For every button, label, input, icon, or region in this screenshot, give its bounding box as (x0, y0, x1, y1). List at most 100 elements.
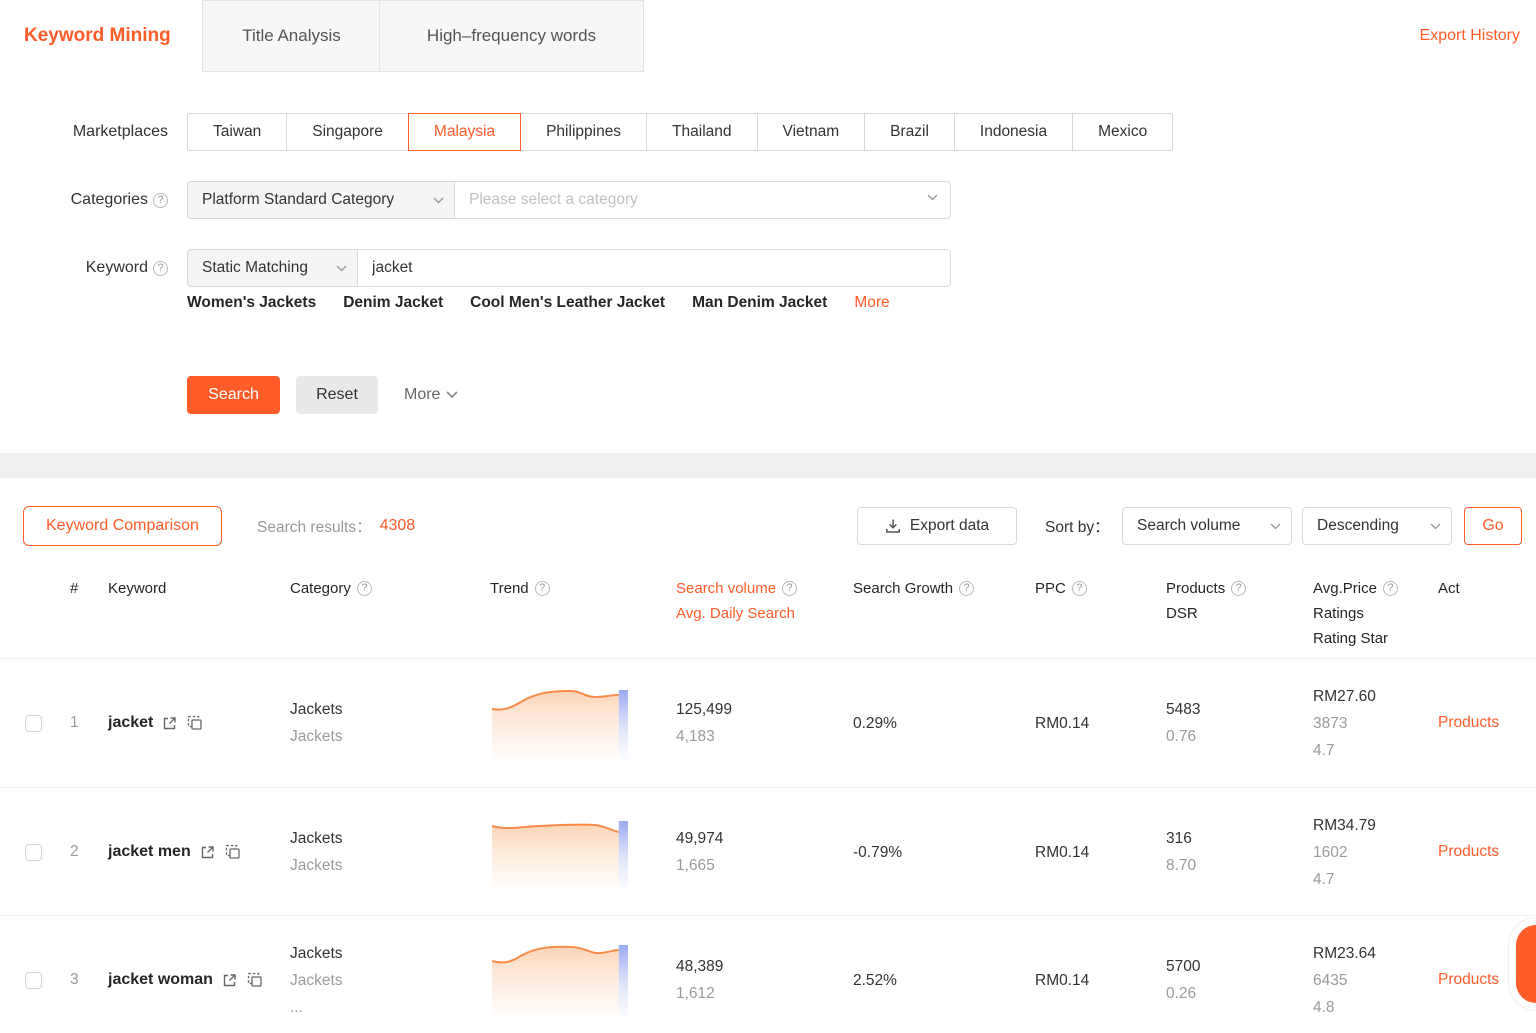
suggestion-item[interactable]: Man Denim Jacket (692, 294, 827, 312)
category-type-select[interactable]: Platform Standard Category (187, 181, 455, 219)
category-cell: Jackets Jackets (290, 825, 490, 879)
marketplace-taiwan[interactable]: Taiwan (187, 113, 287, 151)
category-help-icon[interactable]: ? (357, 581, 372, 596)
copy-icon[interactable] (246, 971, 264, 989)
ppc-cell: RM0.14 (1035, 839, 1166, 866)
trend-help-icon[interactable]: ? (535, 581, 550, 596)
sort-order-select[interactable]: Descending (1302, 507, 1452, 545)
row-checkbox[interactable] (25, 844, 42, 861)
keyword-comparison-button[interactable]: Keyword Comparison (23, 506, 222, 546)
sort-field-select[interactable]: Search volume (1122, 507, 1292, 545)
ratings-value: 3873 (1313, 710, 1438, 737)
header-avg-daily-search: Avg. Daily Search (676, 601, 797, 626)
search-growth-help-icon[interactable]: ? (959, 581, 974, 596)
chevron-down-icon (433, 197, 444, 204)
suggestion-item[interactable]: Denim Jacket (343, 294, 443, 312)
search-growth-cell: 2.52% (853, 967, 1035, 994)
tab-high-frequency-words[interactable]: High–frequency words (379, 0, 644, 72)
export-history-link[interactable]: Export History (1420, 0, 1520, 72)
copy-icon[interactable] (224, 843, 242, 861)
table-header: # Keyword Category ? Trend ? Search volu… (0, 576, 1536, 651)
category-cell: Jackets Jackets (290, 696, 490, 750)
header-search-volume-text: Search volume (676, 576, 776, 601)
more-filters-button[interactable]: More (404, 376, 458, 414)
go-button[interactable]: Go (1464, 507, 1522, 545)
price-cell: RM34.79 1602 4.7 (1313, 812, 1438, 893)
tab-title-analysis[interactable]: Title Analysis (202, 0, 381, 72)
marketplace-thailand[interactable]: Thailand (646, 113, 757, 151)
row-checkbox[interactable] (25, 972, 42, 989)
row-checkbox[interactable] (25, 715, 42, 732)
keyword-suggestions: Women's Jackets Denim Jacket Cool Men's … (187, 294, 890, 312)
marketplace-philippines[interactable]: Philippines (520, 113, 647, 151)
header-category: Category ? (290, 576, 490, 651)
category-type-value: Platform Standard Category (202, 191, 394, 209)
products-link[interactable]: Products (1438, 714, 1499, 731)
products-help-icon[interactable]: ? (1231, 581, 1246, 596)
trend-cell (490, 682, 676, 765)
header-search-volume[interactable]: Search volume ? Avg. Daily Search (676, 576, 853, 651)
header-ratings: Ratings (1313, 601, 1398, 626)
avg-price-help-icon[interactable]: ? (1383, 581, 1398, 596)
ppc-help-icon[interactable]: ? (1072, 581, 1087, 596)
copy-icon[interactable] (186, 714, 204, 732)
ratings-value: 1602 (1313, 839, 1438, 866)
top-tab-bar: Keyword Mining Title Analysis High–frequ… (0, 0, 1536, 72)
keyword-cell: jacket men (108, 843, 290, 861)
marketplace-malaysia[interactable]: Malaysia (408, 113, 521, 151)
marketplace-brazil[interactable]: Brazil (864, 113, 955, 151)
marketplace-singapore[interactable]: Singapore (286, 113, 409, 151)
external-link-icon[interactable] (221, 972, 238, 989)
avg-daily-value: 4,183 (676, 723, 853, 750)
keyword-cell: jacket (108, 714, 290, 732)
categories-label-text: Categories (71, 191, 148, 209)
search-button[interactable]: Search (187, 376, 280, 414)
marketplace-vietnam[interactable]: Vietnam (757, 113, 866, 151)
header-trend-text: Trend (490, 576, 529, 601)
category-line1: Jackets (290, 696, 490, 723)
suggestion-item[interactable]: Women's Jackets (187, 294, 316, 312)
reset-button[interactable]: Reset (296, 376, 378, 414)
marketplaces-label: Marketplaces (0, 113, 168, 151)
products-cell: 5700 0.26 (1166, 953, 1313, 1007)
growth-value: 2.52% (853, 967, 1035, 994)
floating-action-button[interactable] (1516, 925, 1536, 1003)
suggestion-item[interactable]: Cool Men's Leather Jacket (470, 294, 665, 312)
search-growth-cell: -0.79% (853, 839, 1035, 866)
rating-star-value: 4.7 (1313, 866, 1438, 893)
header-category-text: Category (290, 576, 351, 601)
header-ppc: PPC ? (1035, 576, 1166, 651)
external-link-icon[interactable] (161, 715, 178, 732)
export-data-button[interactable]: Export data (857, 507, 1017, 545)
dsr-value: 8.70 (1166, 852, 1313, 879)
act-cell: Products (1438, 714, 1536, 732)
sort-by-label: Sort by： (1045, 506, 1110, 546)
external-link-icon[interactable] (199, 844, 216, 861)
export-data-label: Export data (910, 517, 989, 535)
header-products: Products ? DSR (1166, 576, 1313, 651)
trend-chart (490, 811, 628, 889)
products-link[interactable]: Products (1438, 971, 1499, 988)
trend-chart (490, 939, 628, 1017)
keyword-label-text: Keyword (86, 259, 148, 277)
growth-value: 0.29% (853, 710, 1035, 737)
categories-help-icon[interactable]: ? (153, 193, 168, 208)
keyword-input[interactable] (358, 250, 950, 286)
chevron-down-icon (336, 265, 347, 272)
ratings-value: 6435 (1313, 967, 1438, 994)
marketplace-indonesia[interactable]: Indonesia (954, 113, 1073, 151)
keyword-help-icon[interactable]: ? (153, 261, 168, 276)
category-select-field[interactable] (454, 181, 951, 219)
header-products-text: Products (1166, 576, 1225, 601)
marketplace-mexico[interactable]: Mexico (1072, 113, 1173, 151)
products-link[interactable]: Products (1438, 843, 1499, 860)
match-type-select[interactable]: Static Matching (187, 249, 358, 287)
keyword-input-field[interactable] (357, 249, 951, 287)
search-volume-help-icon[interactable]: ? (782, 581, 797, 596)
category-input[interactable] (455, 182, 950, 218)
ppc-value: RM0.14 (1035, 710, 1166, 737)
more-suggestions-link[interactable]: More (854, 294, 889, 312)
row-number: 2 (60, 843, 108, 861)
tab-keyword-mining[interactable]: Keyword Mining (24, 0, 171, 72)
search-volume-value: 48,389 (676, 953, 853, 980)
